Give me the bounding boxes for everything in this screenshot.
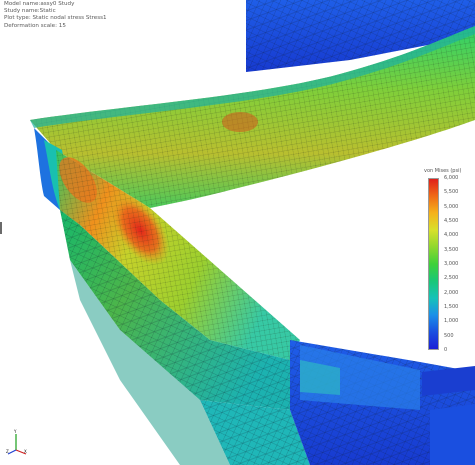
legend-tick-label: 1,000: [444, 318, 459, 325]
legend-tick-label: 2,500: [444, 275, 459, 282]
legend-color-bar: [428, 178, 439, 350]
legend-tick-label: 2,000: [444, 289, 459, 296]
z-axis-line: [7, 449, 17, 455]
model-name-line: Model name:assy0 Study: [4, 1, 75, 7]
legend-tick-label: 4,000: [444, 232, 459, 239]
legend-tick-label: 3,500: [444, 246, 459, 253]
legend-tick-label: 6,000: [444, 175, 459, 181]
x-axis-label: X: [24, 449, 27, 454]
legend-title: von Mises (psi): [424, 168, 462, 174]
model-viewport[interactable]: [0, 0, 475, 465]
axis-triad: Y X Z: [6, 429, 27, 455]
legend-tick-label: 4,500: [444, 218, 459, 224]
z-axis-label: Z: [6, 449, 9, 454]
deformation-scale-line: Deformation scale: 15: [4, 22, 66, 29]
lower-beam: [290, 340, 475, 465]
legend-labels: 6,000 5,500 5,000 4,500 4,000 3,500 3,000 2,500…: [444, 175, 474, 353]
y-axis-label: Y: [13, 429, 17, 434]
legend-tick-label: 500: [444, 332, 454, 339]
legend-tick-label: 1,500: [444, 304, 459, 310]
legend-tick-label: 5,000: [444, 203, 459, 210]
legend-tick-label: 3,000: [444, 261, 459, 267]
legend-tick-label: 5,500: [444, 189, 459, 196]
study-name-line: Study name:Static: [4, 8, 56, 15]
view-edge-marker: [0, 222, 2, 234]
plot-type-line: Plot type: Static nodal stress Stress1: [4, 15, 107, 22]
study-info: Model name:assy0 Study Study name:Static…: [4, 1, 107, 30]
legend-tick-label: 0: [444, 347, 448, 353]
